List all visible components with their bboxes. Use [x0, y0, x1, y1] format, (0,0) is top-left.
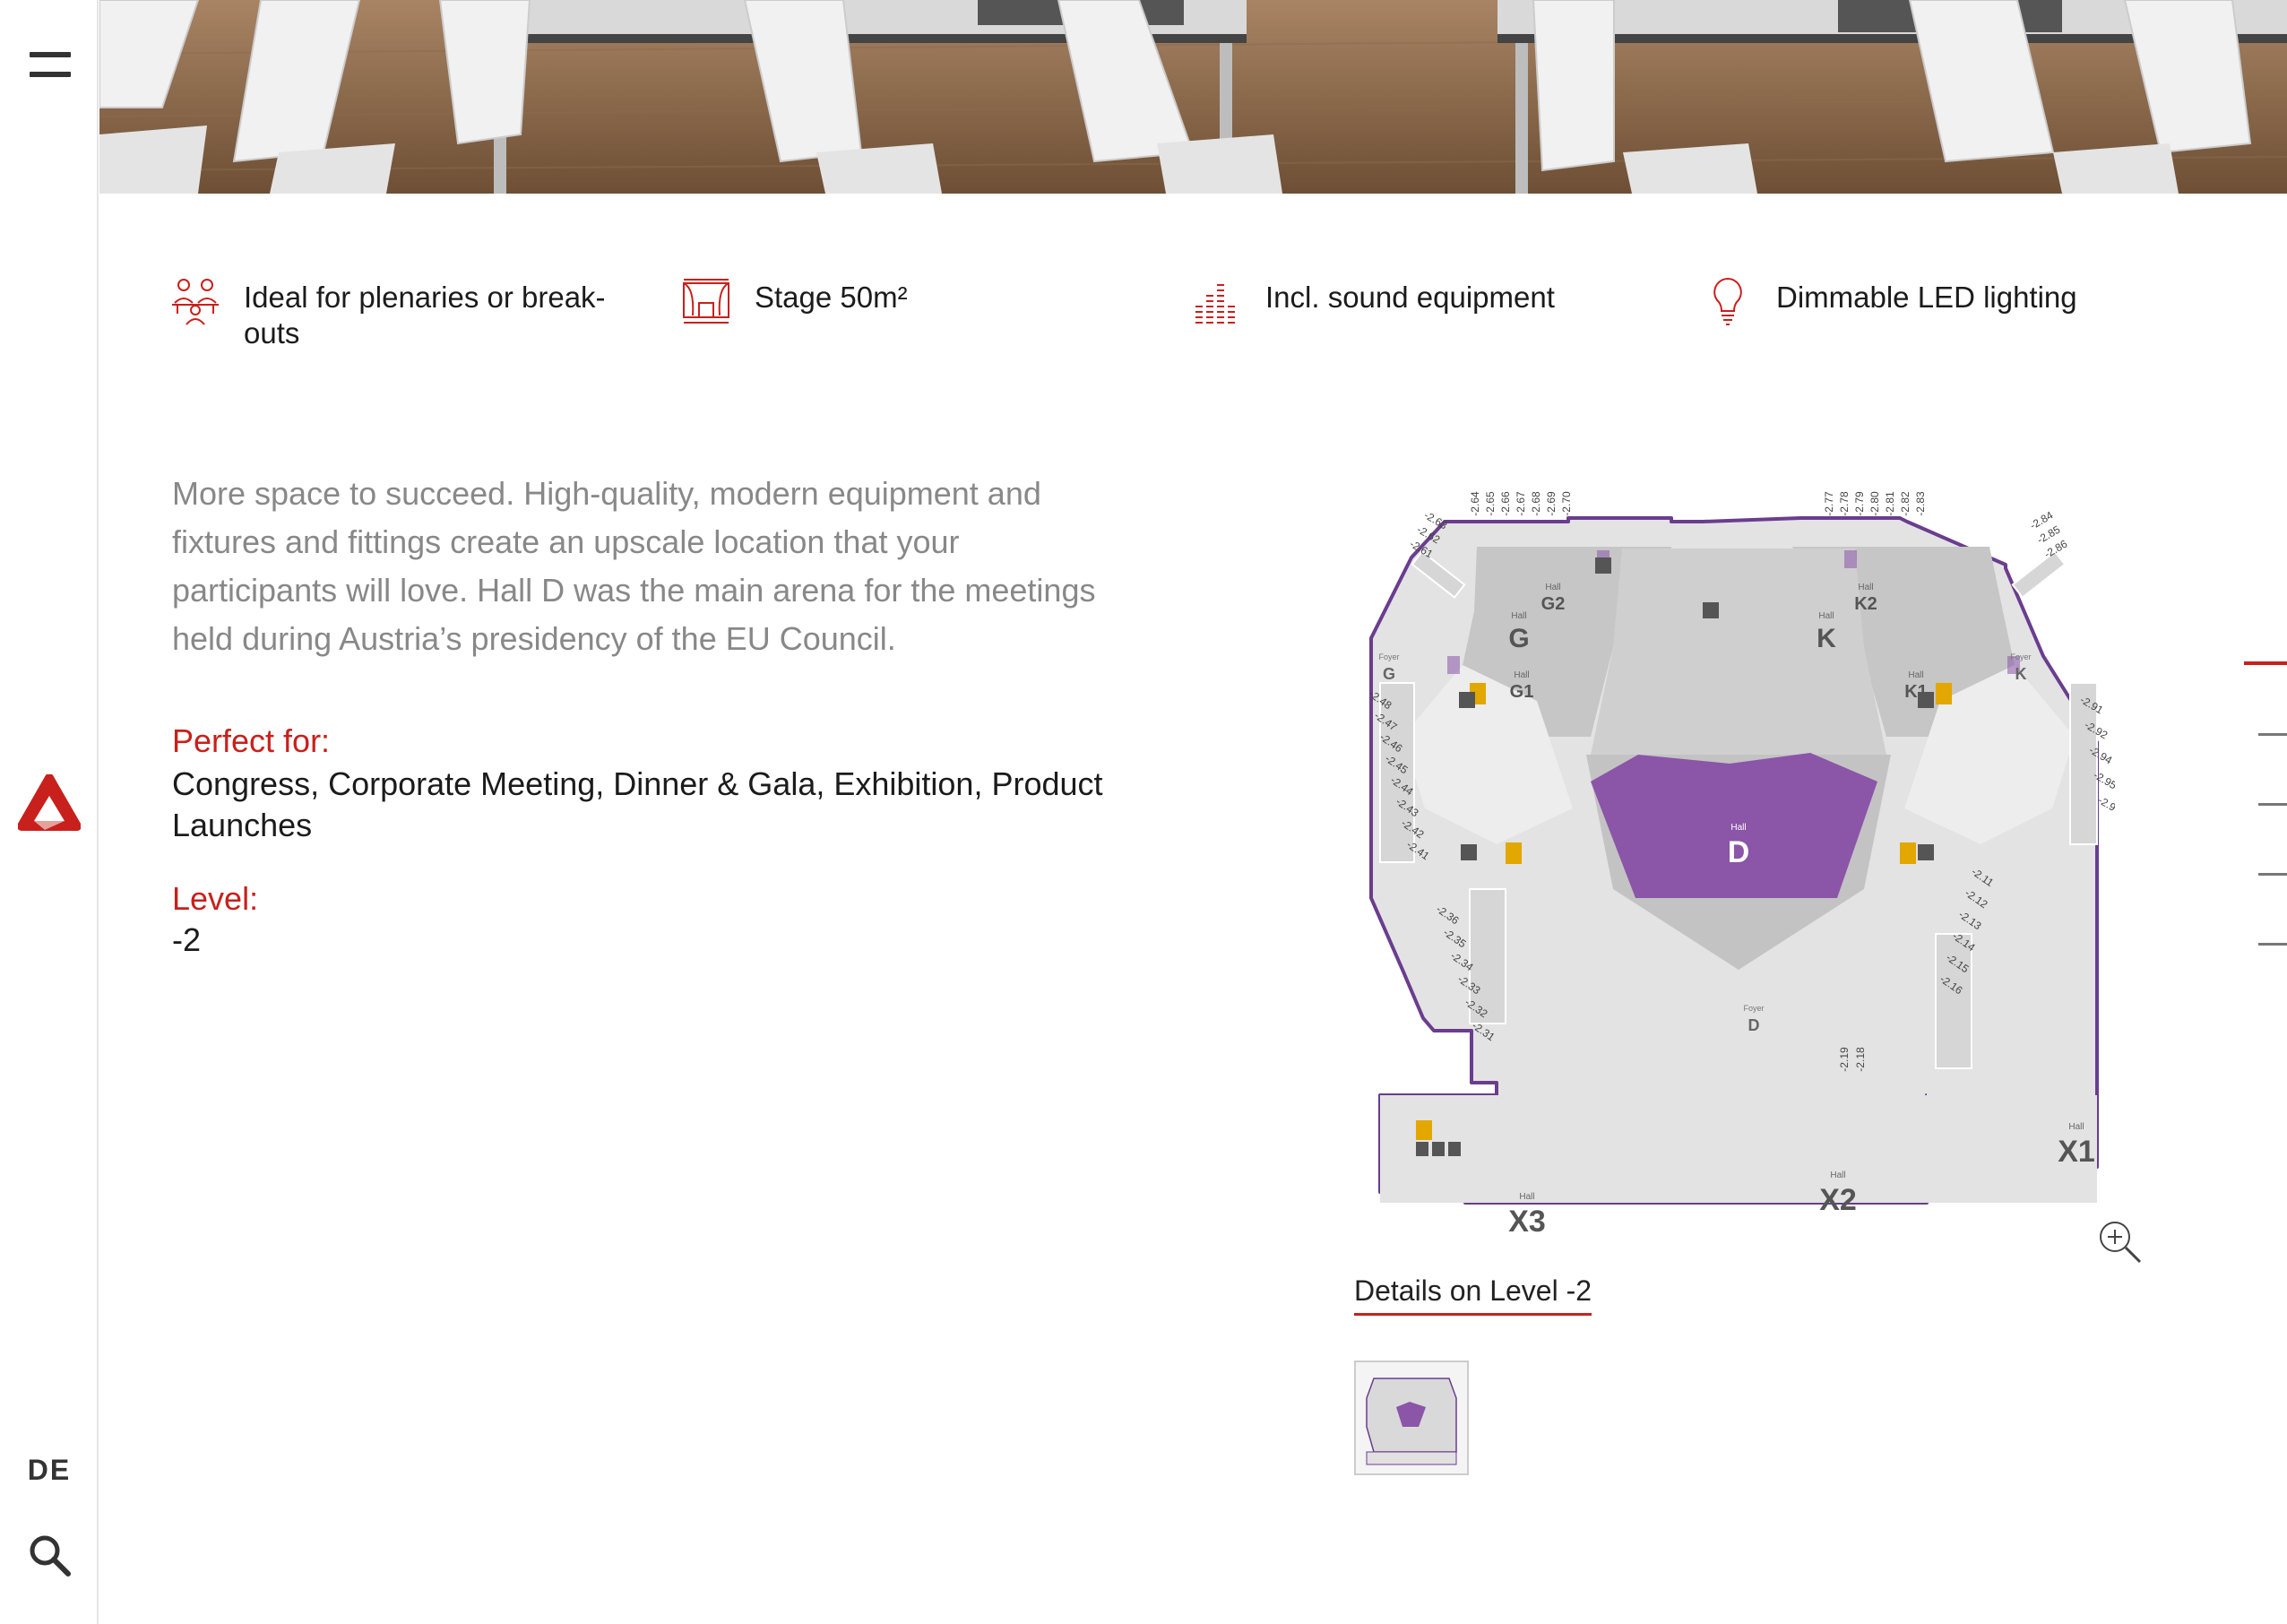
- foyer-label-g: G: [1383, 665, 1395, 683]
- hall-prefix-label: Hall: [1511, 611, 1526, 621]
- foyer-prefix-label: Foyer: [2010, 652, 2031, 661]
- level-value: -2: [172, 921, 202, 958]
- sidebar: DE: [0, 0, 99, 1624]
- hall-prefix-label: Hall: [1830, 1170, 1845, 1180]
- section-nav-item[interactable]: [2258, 873, 2287, 876]
- room-number-label: -2.82: [1899, 491, 1912, 516]
- foyer-label-k: K: [2015, 665, 2027, 683]
- zoom-in-icon[interactable]: [2095, 1217, 2144, 1266]
- hall-label-x3: X3: [1508, 1205, 1546, 1239]
- foyer-label-d: D: [1748, 1016, 1760, 1034]
- foyer-prefix-label: Foyer: [1743, 1004, 1764, 1013]
- room-number-label: -2.79: [1853, 491, 1866, 516]
- room-number-label: -2.77: [1823, 491, 1835, 516]
- hall-label-x2: X2: [1819, 1183, 1857, 1217]
- details-level-link[interactable]: Details on Level -2: [1354, 1274, 1592, 1316]
- room-number-label: -2.83: [1914, 491, 1927, 516]
- language-switch[interactable]: DE: [0, 1454, 99, 1487]
- hall-prefix-label: Hall: [1545, 583, 1560, 592]
- logo-icon[interactable]: [18, 774, 81, 842]
- feature-label: Stage 50m²: [755, 281, 908, 314]
- room-number-label: -2.19: [1838, 1047, 1851, 1072]
- room-number-label: -2.68: [1530, 491, 1542, 516]
- hall-label-k2: K2: [1854, 594, 1877, 614]
- search-icon[interactable]: [27, 1533, 72, 1577]
- feature-plenaries: Ideal for plenaries or break- outs: [170, 276, 606, 351]
- room-number-label: -2.69: [1545, 491, 1558, 516]
- section-nav-item[interactable]: [2258, 943, 2287, 946]
- room-number-label: -2.64: [1469, 491, 1481, 516]
- foyer-prefix-label: Foyer: [1378, 652, 1399, 661]
- feature-lighting: Dimmable LED lighting: [1703, 276, 2077, 326]
- stage-icon: [683, 279, 729, 324]
- hall-prefix-label: Hall: [1818, 611, 1834, 621]
- hall-prefix-label: Hall: [1514, 670, 1529, 680]
- sound-equipment-icon: [1195, 284, 1235, 324]
- room-number-label: -2.18: [1854, 1047, 1867, 1072]
- hall-label-x1: X1: [2058, 1135, 2095, 1169]
- floor-plan-thumbnail-image: [1356, 1362, 1467, 1473]
- room-number-label: -2.65: [1484, 491, 1497, 516]
- hall-label-k1: K1: [1904, 682, 1928, 702]
- room-number-label: -2.66: [1499, 491, 1512, 516]
- conference-room-photo: [99, 0, 2287, 194]
- floor-plan-thumbnail[interactable]: [1354, 1361, 1469, 1475]
- hall-label-g2: G2: [1541, 594, 1566, 614]
- room-number-label: -2.78: [1838, 491, 1851, 516]
- people-icon: [172, 279, 219, 325]
- hall-prefix-label: Hall: [1858, 583, 1873, 592]
- hall-prefix-label: Hall: [1908, 670, 1923, 680]
- feature-label: Dimmable LED lighting: [1776, 281, 2077, 314]
- room-number-label: -2.67: [1515, 491, 1527, 516]
- feature-label: Ideal for plenaries or break- outs: [244, 281, 606, 350]
- hall-label-k: K: [1817, 624, 1836, 653]
- section-nav-active[interactable]: [2244, 661, 2287, 665]
- hero-image: [99, 0, 2287, 194]
- hall-label-g: G: [1508, 624, 1529, 653]
- room-number-label: -2.81: [1884, 491, 1896, 516]
- hamburger-menu-icon[interactable]: [30, 52, 71, 79]
- feature-stage: Stage 50m²: [681, 276, 908, 326]
- perfect-for-value: Congress, Corporate Meeting, Dinner & Ga…: [172, 765, 1103, 843]
- room-number-label: -2.70: [1560, 491, 1573, 516]
- hall-label-d: D: [1728, 835, 1750, 869]
- feature-sound: Incl. sound equipment: [1192, 276, 1555, 326]
- perfect-for-label: Perfect for:: [172, 722, 331, 759]
- hall-description: More space to succeed. High-quality, mod…: [172, 475, 1096, 657]
- room-number-label: -2.80: [1868, 491, 1881, 516]
- floor-plan-map[interactable]: HallGHallG2HallG1HallKHallK2HallK1HallDH…: [1362, 468, 2115, 1257]
- section-nav-item[interactable]: [2258, 803, 2287, 806]
- hall-prefix-label: Hall: [2068, 1122, 2084, 1132]
- hall-prefix-label: Hall: [1519, 1192, 1534, 1202]
- hall-prefix-label: Hall: [1730, 823, 1746, 833]
- feature-label: Incl. sound equipment: [1265, 281, 1555, 314]
- section-nav-item[interactable]: [2258, 733, 2287, 736]
- hall-label-g1: G1: [1510, 682, 1534, 702]
- level-label: Level:: [172, 880, 259, 917]
- lightbulb-icon: [1713, 277, 1742, 325]
